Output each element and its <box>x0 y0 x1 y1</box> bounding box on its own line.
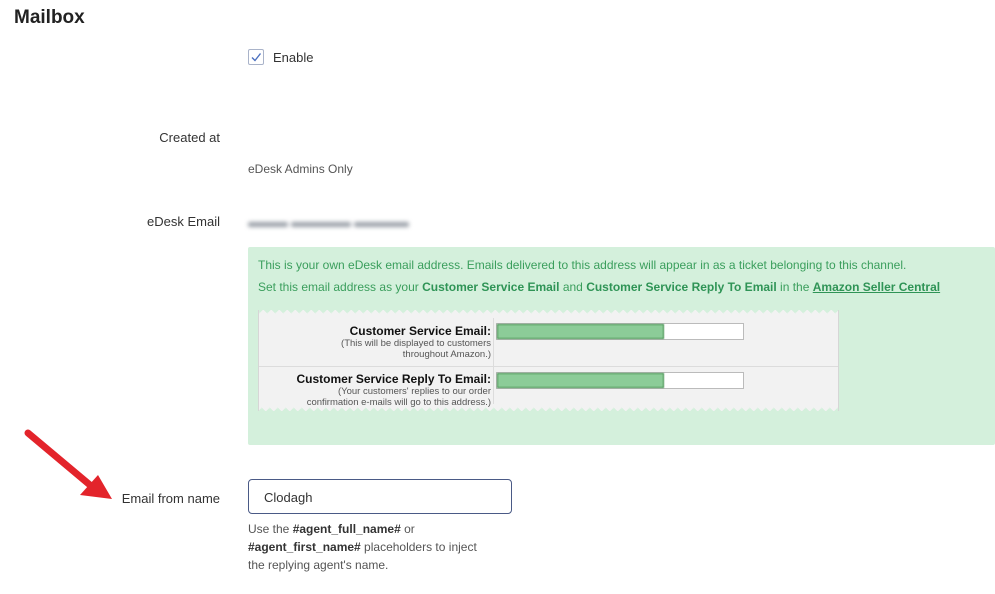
info-bold-cs-reply: Customer Service Reply To Email <box>586 280 777 294</box>
cs-email-label: Customer Service Email: <box>349 324 491 338</box>
cs-email-row: Customer Service Email: (This will be di… <box>259 318 838 367</box>
enable-label[interactable]: Enable <box>273 50 313 65</box>
edesk-email-label: eDesk Email <box>147 214 220 229</box>
enable-checkbox[interactable] <box>248 49 264 65</box>
red-arrow-icon <box>24 429 112 499</box>
cs-email-field <box>496 323 744 340</box>
placeholder-first-name: #agent_first_name# <box>248 540 361 554</box>
check-icon <box>251 53 262 62</box>
created-at-value: eDesk Admins Only <box>248 162 353 176</box>
cs-email-redacted <box>497 324 664 339</box>
email-from-name-help: Use the #agent_full_name# or #agent_firs… <box>248 522 477 572</box>
cs-reply-label: Customer Service Reply To Email: <box>296 372 491 386</box>
amazon-seller-central-link[interactable]: Amazon Seller Central <box>813 280 940 294</box>
cs-reply-redacted <box>497 373 664 388</box>
torn-edge-bottom <box>259 405 838 411</box>
torn-edge-top <box>259 310 838 316</box>
created-at-label: Created at <box>159 130 220 145</box>
edesk-email-value-redacted <box>248 214 418 228</box>
cs-reply-field <box>496 372 744 389</box>
amazon-settings-screenshot: Customer Service Email: (This will be di… <box>258 310 839 411</box>
cs-reply-row: Customer Service Reply To Email: (Your c… <box>259 366 838 408</box>
info-text-line1: This is your own eDesk email address. Em… <box>258 258 907 272</box>
info-text-line2: Set this email address as your Customer … <box>258 280 941 294</box>
page-title: Mailbox <box>14 7 85 28</box>
email-from-name-input[interactable]: Clodagh <box>248 479 512 514</box>
edesk-email-info-panel: This is your own eDesk email address. Em… <box>248 247 995 445</box>
email-from-name-label: Email from name <box>121 491 220 506</box>
info-bold-cs-email: Customer Service Email <box>422 280 560 294</box>
placeholder-full-name: #agent_full_name# <box>292 522 401 536</box>
